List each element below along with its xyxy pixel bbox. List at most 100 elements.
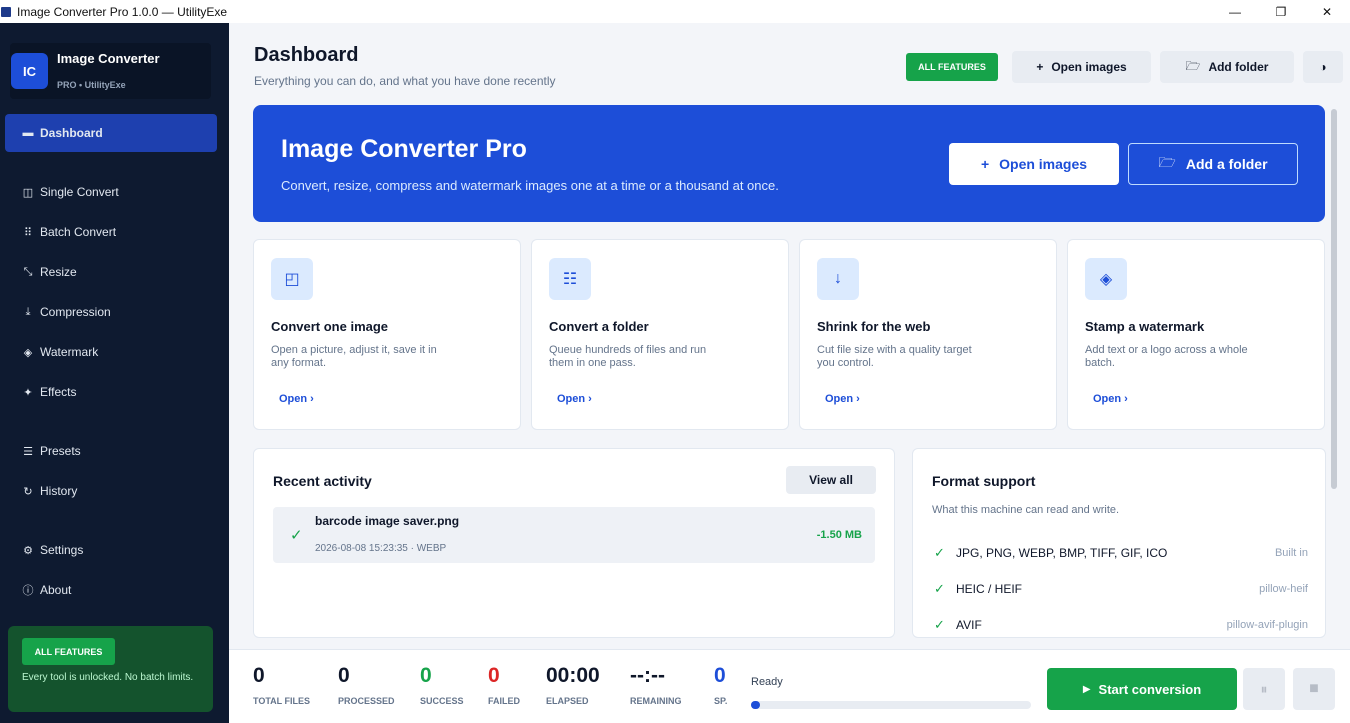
card-convert-one-image[interactable]: ◰ Convert one image Open a picture, adju… — [253, 239, 521, 430]
pause-button[interactable]: ⏸ — [1243, 668, 1285, 710]
sidebar-item-label: History — [40, 484, 78, 498]
format-row: ✓ AVIF pillow-avif-plugin — [934, 617, 1308, 635]
card-title: Shrink for the web — [817, 319, 931, 334]
window-controls: — ❐ ✕ — [1212, 0, 1350, 23]
sidebar-item-label: Single Convert — [40, 185, 119, 199]
start-conversion-button[interactable]: ▶ Start conversion — [1047, 668, 1237, 710]
card-open-link[interactable]: Open › — [557, 393, 592, 405]
page-subtitle: Everything you can do, and what you have… — [254, 74, 556, 88]
folder-icon: 🗁 — [1158, 154, 1176, 170]
sidebar-item-resize[interactable]: ⤡ Resize — [5, 253, 217, 291]
format-names: AVIF — [956, 618, 982, 632]
open-images-label: Open images — [1051, 60, 1127, 74]
promo-text: Every tool is unlocked. No batch limits. — [22, 672, 194, 683]
format-source: Built in — [1274, 547, 1308, 559]
card-shrink-for-web[interactable]: ↓ Shrink for the web Cut file size with … — [799, 239, 1057, 430]
card-title: Convert a folder — [549, 319, 649, 334]
card-open-link[interactable]: Open › — [825, 393, 860, 405]
sidebar-item-label: Resize — [40, 265, 77, 279]
all-features-button[interactable]: ALL FEATURES — [22, 638, 115, 665]
stat-label: SUCCESS — [420, 696, 464, 706]
content-scrollbar[interactable] — [1330, 105, 1338, 633]
sidebar-item-watermark[interactable]: ◈ Watermark — [5, 333, 217, 371]
maximize-button[interactable]: ❐ — [1258, 0, 1304, 23]
stat-failed: 0 FAILED — [488, 664, 520, 706]
stat-label: REMAINING — [630, 696, 682, 706]
check-icon: ✓ — [934, 545, 945, 560]
compression-icon: ⤓ — [25, 305, 31, 318]
theme-toggle-button[interactable]: ◑ — [1303, 51, 1343, 83]
contrast-icon: ◑ — [1319, 60, 1327, 74]
format-names: JPG, PNG, WEBP, BMP, TIFF, GIF, ICO — [956, 546, 1168, 560]
all-features-badge[interactable]: ALL FEATURES — [906, 53, 998, 81]
add-folder-button[interactable]: 🗁 Add folder — [1160, 51, 1294, 83]
sidebar-item-label: Batch Convert — [40, 225, 117, 239]
stat-value: 0 — [488, 664, 500, 687]
stat-processed: 0 PROCESSED — [338, 664, 395, 706]
hero-title: Image Converter Pro — [281, 135, 527, 163]
activity-meta: 2026-08-08 15:23:35 · WEBP — [315, 543, 447, 554]
sidebar-item-label: About — [40, 583, 72, 597]
card-title: Convert one image — [271, 319, 389, 334]
resize-icon: ⤡ — [23, 265, 33, 278]
format-row: ✓ JPG, PNG, WEBP, BMP, TIFF, GIF, ICO Bu… — [934, 545, 1308, 563]
status-text: Ready — [751, 676, 783, 688]
open-images-button[interactable]: + Open images — [1012, 51, 1151, 83]
list-item[interactable]: ✓ barcode image saver.png 2026-08-08 15:… — [273, 507, 875, 563]
sidebar-item-dashboard[interactable]: ▬ Dashboard — [5, 114, 217, 152]
card-stamp-watermark[interactable]: ◈ Stamp a watermark Add text or a logo a… — [1067, 239, 1325, 430]
stat-elapsed: 00:00 ELAPSED — [546, 664, 600, 706]
check-icon: ✓ — [290, 527, 303, 544]
sidebar-item-about[interactable]: ⓘ About — [5, 571, 217, 609]
scrollbar-thumb[interactable] — [1331, 109, 1337, 489]
recent-activity-panel: Recent activity View all ✓ barcode image… — [253, 448, 895, 638]
minimize-button[interactable]: — — [1212, 0, 1258, 23]
sidebar-item-label: Watermark — [40, 345, 99, 359]
hero-open-images-button[interactable]: + Open images — [949, 143, 1119, 185]
format-source: pillow-avif-plugin — [1226, 619, 1308, 631]
about-info-icon: ⓘ — [22, 585, 34, 597]
sidebar-item-settings[interactable]: ⚙ Settings — [5, 531, 217, 569]
history-icon: ↻ — [23, 485, 33, 498]
sidebar-item-history[interactable]: ↻ History — [5, 472, 217, 510]
card-open-link[interactable]: Open › — [279, 393, 314, 405]
stat-success: 0 SUCCESS — [420, 664, 464, 706]
activity-file-name: barcode image saver.png — [315, 514, 460, 528]
stat-value: 0 — [338, 664, 350, 687]
sidebar-item-single-convert[interactable]: ◫ Single Convert — [5, 173, 217, 211]
progress-fill — [751, 701, 760, 709]
sidebar-item-label: Dashboard — [40, 126, 103, 140]
play-icon: ▶ — [1082, 683, 1091, 695]
hero-banner: Image Converter Pro Convert, resize, com… — [253, 105, 1325, 222]
sidebar-item-effects[interactable]: ✦ Effects — [5, 373, 217, 411]
sidebar-item-label: Presets — [40, 444, 81, 458]
start-conversion-label: Start conversion — [1098, 681, 1202, 697]
presets-icon: ☰ — [23, 445, 33, 458]
hero-open-images-label: Open images — [999, 156, 1088, 172]
format-support-panel: Format support What this machine can rea… — [912, 448, 1326, 638]
single-image-icon: ◰ — [271, 258, 313, 300]
window-title: Image Converter Pro 1.0.0 — UtilityExe — [17, 4, 228, 19]
stop-button[interactable]: ■ — [1293, 668, 1335, 710]
plus-icon: + — [1036, 60, 1044, 74]
stat-value: 0 — [253, 664, 265, 687]
check-icon: ✓ — [934, 581, 945, 596]
add-folder-label: Add folder — [1208, 60, 1269, 74]
card-convert-folder[interactable]: ☷ Convert a folder Queue hundreds of fil… — [531, 239, 789, 430]
hero-add-folder-label: Add a folder — [1185, 156, 1268, 172]
sidebar-item-compression[interactable]: ⤓ Compression — [5, 293, 217, 331]
hero-add-folder-button[interactable]: 🗁 Add a folder — [1128, 143, 1298, 185]
stat-value: 0 — [420, 664, 432, 687]
status-bar: 0 TOTAL FILES 0 PROCESSED 0 SUCCESS 0 FA… — [229, 649, 1350, 723]
format-row: ✓ HEIC / HEIF pillow-heif — [934, 581, 1308, 599]
close-button[interactable]: ✕ — [1304, 0, 1350, 23]
stat-value: --:-- — [630, 664, 665, 687]
view-all-button[interactable]: View all — [786, 466, 876, 494]
brand-subtitle: PRO • UtilityExe — [57, 80, 126, 90]
card-open-link[interactable]: Open › — [1093, 393, 1128, 405]
sidebar-item-presets[interactable]: ☰ Presets — [5, 432, 217, 470]
stat-total-files: 0 TOTAL FILES — [253, 664, 310, 706]
sidebar-item-batch-convert[interactable]: ⠿ Batch Convert — [5, 213, 217, 251]
progress-bar — [751, 701, 1031, 709]
page-title: Dashboard — [254, 44, 359, 66]
